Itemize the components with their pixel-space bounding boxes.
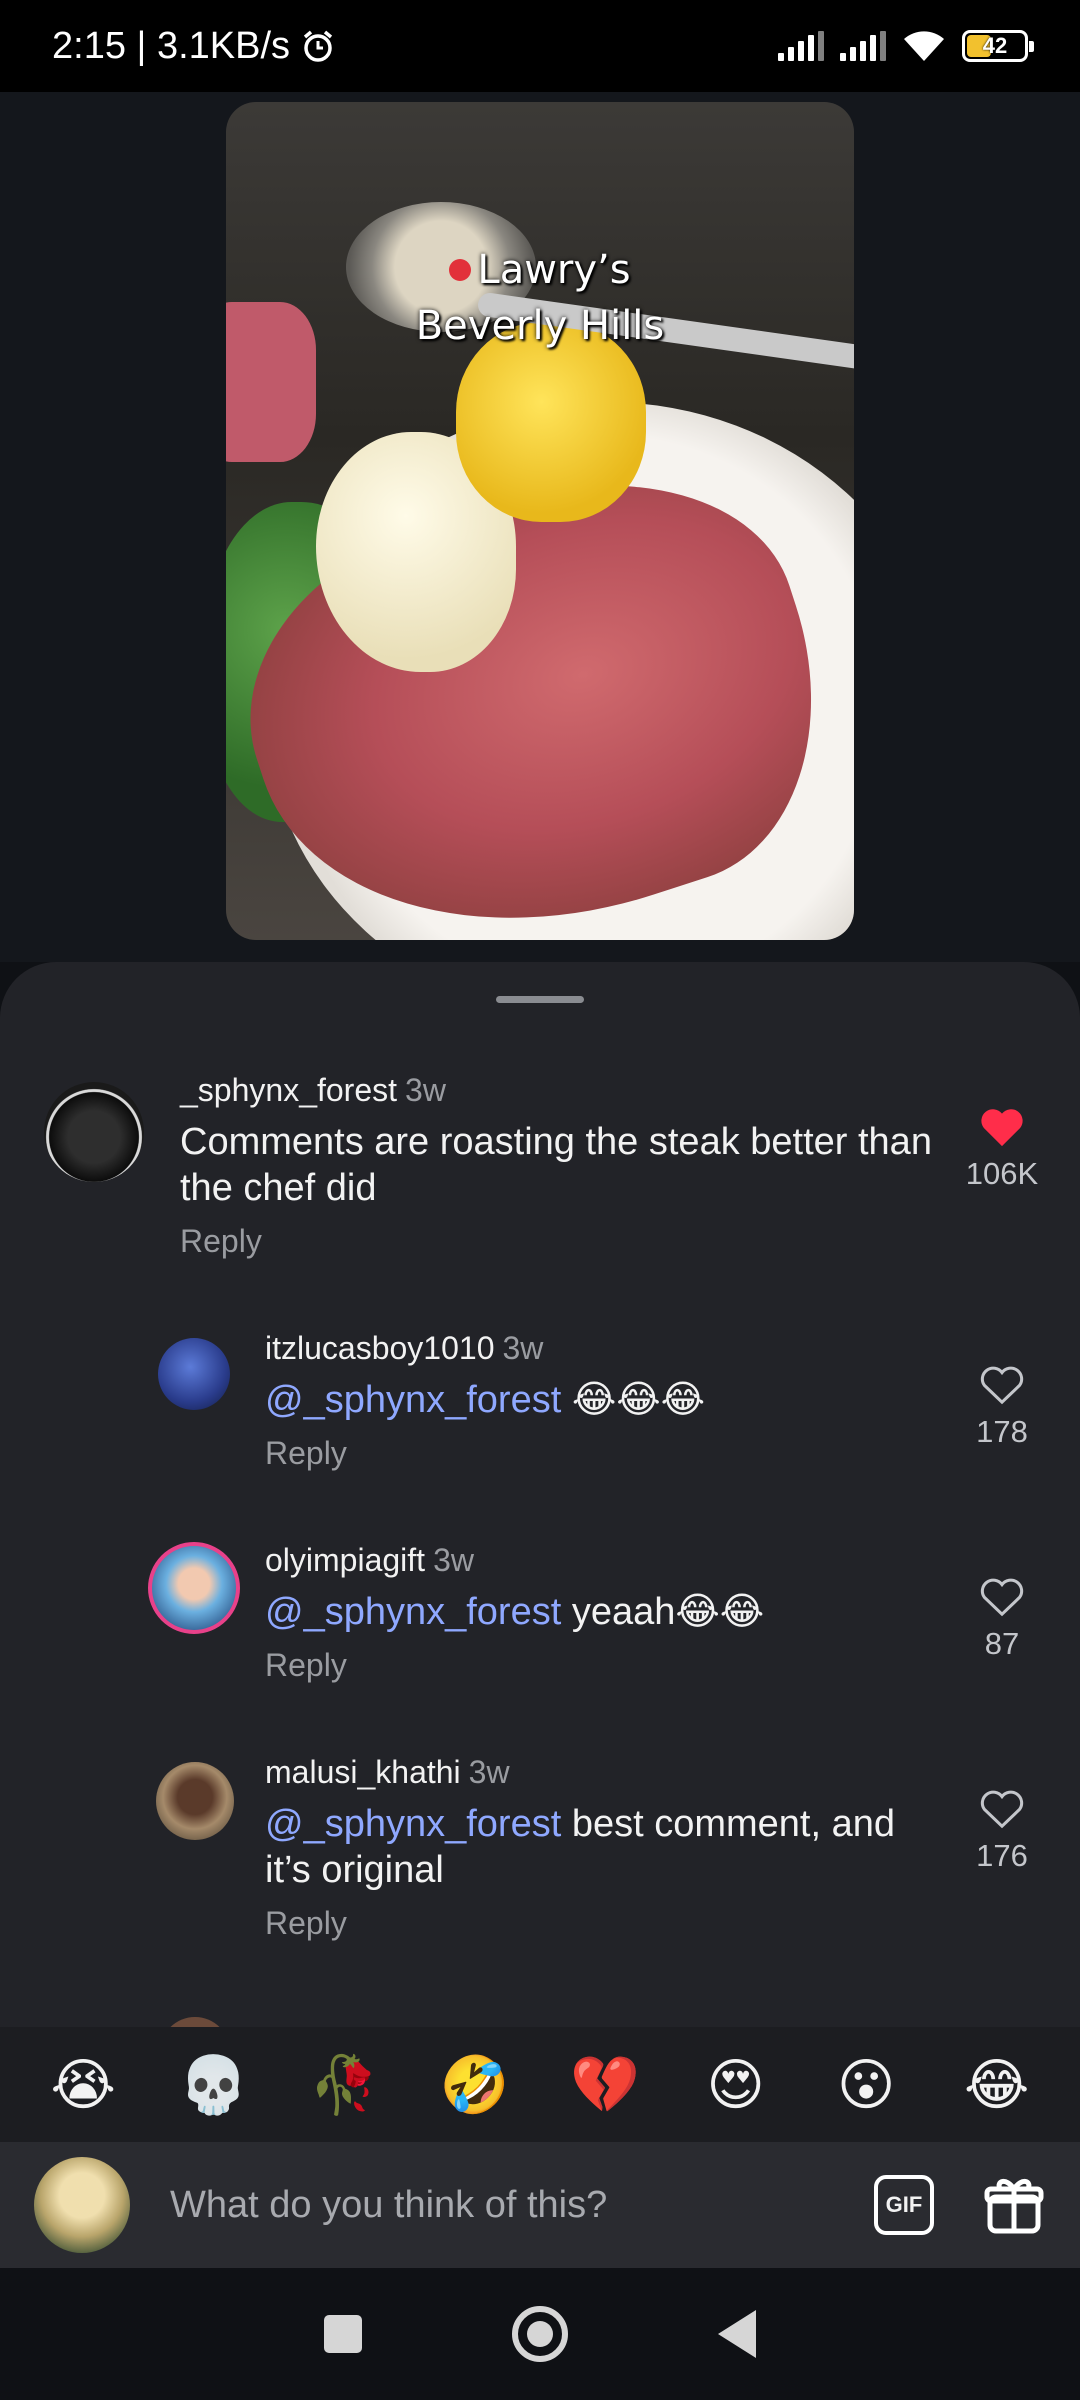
comment-time: 3w	[433, 1542, 474, 1578]
status-time-speed: 2:15 | 3.1KB/s	[52, 24, 291, 67]
home-button[interactable]	[512, 2306, 568, 2362]
comment-username[interactable]: _sphynx_forest	[180, 1072, 397, 1108]
status-bar: 2:15 | 3.1KB/s 42	[0, 0, 1080, 92]
signal-icon-2	[840, 31, 886, 61]
reply-button[interactable]: Reply	[265, 1435, 925, 1472]
avatar[interactable]	[44, 1082, 144, 1182]
comment-text-body: Comments are roasting the steak better t…	[180, 1121, 932, 1209]
video-caption: Lawry’s Beverly Hills	[226, 242, 854, 354]
reply-button[interactable]: Reply	[265, 1905, 925, 1942]
comment-text: @_sphynx_forest best comment, and it’s o…	[265, 1801, 925, 1893]
emoji-quick-bar: 😭 💀 🥀 🤣 💔 😍 😮 😂	[0, 2027, 1080, 2142]
gift-icon[interactable]	[982, 2173, 1046, 2237]
heart-outline-icon	[952, 1788, 1052, 1830]
like-count: 87	[984, 1626, 1020, 1661]
comment-mention[interactable]: @_sphynx_forest	[265, 1591, 561, 1633]
like-count: 176	[976, 1838, 1028, 1873]
emoji-broken-heart[interactable]: 💔	[565, 2045, 645, 2125]
heart-outline-icon	[952, 1576, 1052, 1618]
my-avatar	[34, 2157, 130, 2253]
emoji-joy[interactable]: 😂	[957, 2045, 1037, 2125]
wifi-icon	[904, 31, 944, 61]
sheet-drag-handle[interactable]	[496, 996, 584, 1003]
comment-text-body: 😂😂😂	[571, 1379, 706, 1421]
alarm-icon	[303, 30, 333, 62]
heart-outline-icon	[952, 1364, 1052, 1406]
comment-time: 3w	[405, 1072, 446, 1108]
emoji-heart-eyes[interactable]: 😍	[696, 2045, 776, 2125]
status-right: 42	[778, 29, 1034, 63]
like-button[interactable]: 87	[952, 1576, 1052, 1662]
like-count: 106K	[965, 1156, 1039, 1191]
status-left: 2:15 | 3.1KB/s	[52, 25, 336, 68]
comment-time: 3w	[468, 1754, 510, 1790]
comment-input[interactable]: What do you think of this?	[170, 2184, 874, 2227]
emoji-loudly-crying[interactable]: 😭	[43, 2045, 123, 2125]
location-pin-icon	[449, 259, 472, 281]
like-button[interactable]: 178	[952, 1364, 1052, 1450]
recents-button[interactable]	[324, 2315, 362, 2353]
comment-username[interactable]: olyimpiagift	[265, 1542, 425, 1578]
comment-text: @_sphynx_forest yeaah😂😂	[265, 1589, 925, 1635]
system-nav-bar	[0, 2268, 1080, 2400]
caption-line-1: Lawry’s	[477, 247, 631, 293]
comment-text-body: yeaah😂😂	[571, 1591, 765, 1633]
comment-text: @_sphynx_forest 😂😂😂	[265, 1377, 925, 1423]
avatar[interactable]	[148, 1542, 240, 1634]
video-thumbnail[interactable]: Lawry’s Beverly Hills	[226, 102, 854, 940]
comment-time: 3w	[502, 1330, 544, 1366]
comment-input-bar: What do you think of this? GIF	[0, 2142, 1080, 2268]
battery-level: 42	[982, 33, 1008, 58]
comment-mention[interactable]: @_sphynx_forest	[265, 1803, 561, 1845]
heart-filled-icon	[952, 1106, 1052, 1148]
reply-button[interactable]: Reply	[180, 1223, 940, 1260]
avatar[interactable]	[156, 1762, 234, 1840]
caption-line-2: Beverly Hills	[415, 303, 665, 349]
comment-username[interactable]: itzlucasboy1010	[265, 1330, 494, 1366]
avatar[interactable]	[158, 1338, 230, 1410]
like-button[interactable]: 176	[952, 1788, 1052, 1874]
reply-button[interactable]: Reply	[265, 1647, 925, 1684]
like-button[interactable]: 106K	[952, 1106, 1052, 1192]
comment-mention[interactable]: @_sphynx_forest	[265, 1379, 561, 1421]
emoji-skull[interactable]: 💀	[174, 2045, 254, 2125]
comment-username[interactable]: malusi_khathi	[265, 1754, 461, 1790]
gif-button[interactable]: GIF	[874, 2175, 934, 2235]
battery-icon: 42	[962, 30, 1034, 62]
emoji-surprised[interactable]: 😮	[826, 2045, 906, 2125]
emoji-rofl[interactable]: 🤣	[435, 2045, 515, 2125]
signal-icon	[778, 31, 824, 61]
emoji-wilted-rose[interactable]: 🥀	[304, 2045, 384, 2125]
comment-text: Comments are roasting the steak better t…	[180, 1119, 940, 1211]
back-button[interactable]	[718, 2310, 756, 2358]
like-count: 178	[976, 1414, 1028, 1449]
video-area: Lawry’s Beverly Hills	[0, 92, 1080, 962]
